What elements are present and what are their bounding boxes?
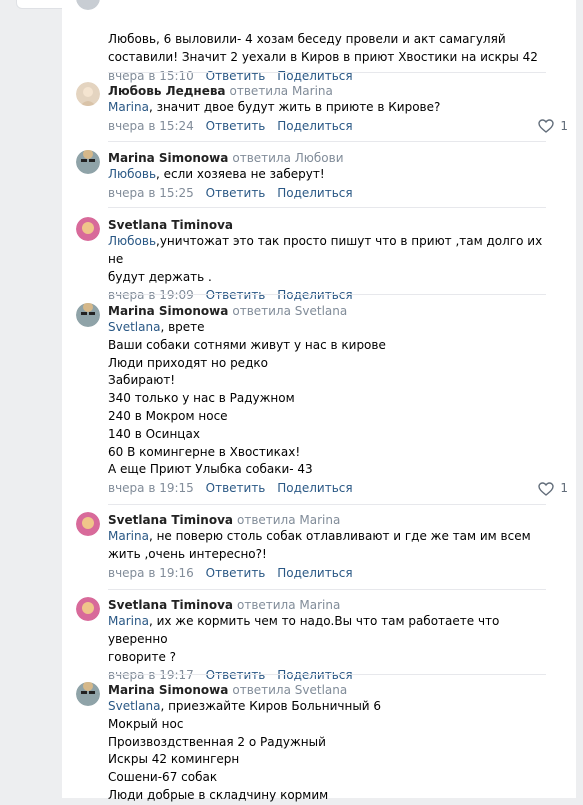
text-span: , врете <box>160 320 205 334</box>
text-span: Люди добрые в складчину кормим <box>108 787 329 802</box>
divider <box>108 141 546 142</box>
timestamp[interactable]: вчера в 15:10 <box>108 69 194 83</box>
reply-link[interactable]: Ответить <box>206 186 266 200</box>
comment-text: Любовь, если хозяева не заберут! <box>108 166 546 184</box>
text-span: 340 только у нас в Радужном <box>108 391 295 406</box>
text-span: , значит двое будут жить в приюте в Киро… <box>148 100 441 114</box>
author-name[interactable]: Marina Simonowa <box>108 683 228 697</box>
divider <box>108 72 546 73</box>
mention-link[interactable]: Любовь <box>108 234 156 248</box>
replied-to[interactable]: ответила Marina <box>237 513 340 527</box>
text-span: Ваши собаки сотнями живут у нас в кирове <box>108 337 386 352</box>
avatar[interactable] <box>76 303 100 327</box>
avatar[interactable] <box>76 597 100 621</box>
share-link[interactable]: Поделиться <box>277 186 352 200</box>
divider <box>108 674 546 675</box>
author-name[interactable]: Svetlana Timinova <box>108 218 233 232</box>
text-span: А еще Приют Улыбка собаки- 43 <box>108 462 313 477</box>
text-span: будут держать . <box>108 269 212 284</box>
share-link[interactable]: Поделиться <box>277 481 352 495</box>
like-button[interactable]: 1 <box>538 480 568 497</box>
mention-link[interactable]: Marina <box>108 100 149 114</box>
comment-meta: вчера в 15:25 Ответить Поделиться <box>108 185 546 202</box>
timestamp[interactable]: вчера в 19:15 <box>108 481 194 495</box>
avatar[interactable] <box>76 0 100 10</box>
author-name[interactable]: Svetlana Timinova <box>108 598 233 612</box>
timestamp[interactable]: вчера в 15:24 <box>108 119 194 133</box>
author-name[interactable]: Marina Simonowa <box>108 151 228 165</box>
mention-link[interactable]: Любовь <box>108 167 156 181</box>
timestamp[interactable]: вчера в 19:09 <box>108 288 194 302</box>
comment-text: Любовь,уничтожат это так просто пишут чт… <box>108 233 546 286</box>
text-span: 240 в Мокром носе <box>108 408 228 423</box>
divider <box>108 294 546 295</box>
text-span: 140 в Осинцах <box>108 426 200 441</box>
text-span: Любовь, 6 выловили- 4 хозам беседу прове… <box>108 32 506 46</box>
reply-link[interactable]: Ответить <box>206 481 266 495</box>
divider <box>108 504 546 505</box>
comment-meta: вчера в 19:16 Ответить Поделиться <box>108 565 546 582</box>
avatar[interactable] <box>76 512 100 536</box>
mention-link[interactable]: Marina <box>108 614 149 628</box>
reply-link[interactable]: Ответить <box>206 288 266 302</box>
author-name[interactable]: Svetlana Timinova <box>108 513 233 527</box>
avatar[interactable] <box>76 217 100 241</box>
like-button[interactable]: 1 <box>538 118 568 135</box>
comment-text: Любовь, 6 выловили- 4 хозам беседу прове… <box>108 31 546 67</box>
comments-panel: Любовь, 6 выловили- 4 хозам беседу прове… <box>62 0 576 802</box>
share-link[interactable]: Поделиться <box>277 69 352 83</box>
comment-text: Marina, не поверю столь собак отлавливаю… <box>108 528 546 564</box>
comment-text: Marina, значит двое будут жить в приюте … <box>108 99 546 117</box>
comment-meta: вчера в 19:15 Ответить Поделиться 1 <box>108 480 568 497</box>
text-span: Искры 42 комингерн <box>108 752 240 767</box>
reply-link[interactable]: Ответить <box>206 119 266 133</box>
text-span: , не поверю столь собак отлавливают и гд… <box>148 529 531 543</box>
text-span: 60 В комингерне в Хвостиках! <box>108 444 301 459</box>
replied-to[interactable]: ответила Marina <box>230 84 333 98</box>
reply-link[interactable]: Ответить <box>206 69 266 83</box>
text-span: говорите ? <box>108 649 177 664</box>
divider <box>108 207 546 208</box>
comment-text: Svetlana, врете Ваши собаки сотнями живу… <box>108 319 546 479</box>
text-span: Сошени-67 собак <box>108 770 218 785</box>
replied-to[interactable]: ответила Svetlana <box>232 683 347 697</box>
mention-link[interactable]: Svetlana <box>108 320 160 334</box>
like-count: 1 <box>560 118 568 133</box>
avatar[interactable] <box>76 150 100 174</box>
mention-link[interactable]: Svetlana <box>108 699 160 713</box>
like-count: 1 <box>560 481 568 496</box>
share-link[interactable]: Поделиться <box>277 288 352 302</box>
text-span: Люди приходят но редко <box>108 355 268 370</box>
reply-link[interactable]: Ответить <box>206 566 266 580</box>
author-name[interactable]: Любовь Леднева <box>108 84 226 98</box>
avatar[interactable] <box>76 682 100 706</box>
heart-icon <box>538 119 555 134</box>
comment-text: Svetlana, приезжайте Киров Больничный 6 … <box>108 698 546 805</box>
replied-to[interactable]: ответила Любови <box>232 151 343 165</box>
text-span: ,уничтожат это так просто пишут что в пр… <box>108 234 543 266</box>
text-span: Произвоздственная 2 о Радужный <box>108 734 326 749</box>
heart-icon <box>538 481 555 496</box>
avatar[interactable] <box>76 82 100 106</box>
author-name[interactable]: Marina Simonowa <box>108 304 228 318</box>
comment-meta: вчера в 15:24 Ответить Поделиться 1 <box>108 118 568 135</box>
timestamp[interactable]: вчера в 19:16 <box>108 566 194 580</box>
replied-to[interactable]: ответила Svetlana <box>232 304 347 318</box>
text-span: , их же кормить чем то надо.Вы что там р… <box>108 614 500 646</box>
share-link[interactable]: Поделиться <box>277 566 352 580</box>
timestamp[interactable]: вчера в 15:25 <box>108 186 194 200</box>
text-span: , если хозяева не заберут! <box>156 167 325 181</box>
mention-link[interactable]: Marina <box>108 529 149 543</box>
text-span: Забирают! <box>108 373 176 388</box>
replied-to[interactable]: ответила Marina <box>237 598 340 612</box>
divider <box>108 589 546 590</box>
text-span: , приезжайте Киров Больничный 6 <box>160 699 382 713</box>
text-span: Мокрый нос <box>108 716 184 731</box>
comment-text: Marina, их же кормить чем то надо.Вы что… <box>108 613 546 666</box>
text-span: составили! Значит 2 уехали в Киров в при… <box>108 49 538 64</box>
share-link[interactable]: Поделиться <box>277 119 352 133</box>
text-span: жить ,очень интересно?! <box>108 546 267 561</box>
